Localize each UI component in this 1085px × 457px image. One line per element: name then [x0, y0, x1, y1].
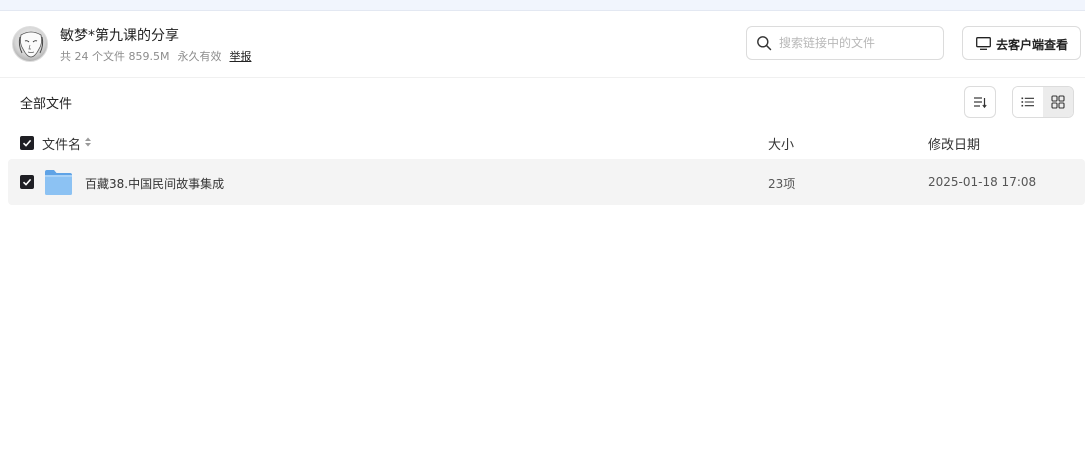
view-toggle: [1012, 86, 1074, 118]
grid-view-button[interactable]: [1043, 87, 1073, 117]
share-meta: 共 24 个文件 859.5M 永久有效 举报: [60, 48, 251, 64]
sort-list-icon: [974, 97, 987, 109]
select-all-checkbox[interactable]: [20, 136, 34, 150]
sort-button[interactable]: [964, 86, 996, 118]
validity-label: 永久有效: [177, 50, 222, 63]
monitor-icon: [976, 37, 991, 50]
column-header-size: 大小: [768, 138, 795, 153]
file-name[interactable]: 百藏38.中国民间故事集成: [85, 175, 224, 192]
folder-icon: [45, 170, 72, 195]
avatar-sketch-icon: [18, 31, 44, 58]
report-link[interactable]: 举报: [229, 50, 251, 63]
check-icon: [22, 178, 32, 186]
avatar[interactable]: [12, 26, 48, 62]
file-summary: 共 24 个文件 859.5M: [60, 50, 170, 63]
column-header-modified: 修改日期: [928, 138, 981, 153]
list-view-button[interactable]: [1013, 87, 1043, 117]
row-checkbox[interactable]: [20, 175, 34, 189]
column-header-name[interactable]: 文件名: [42, 134, 81, 153]
search-box: [746, 26, 944, 60]
grid-view-icon: [1051, 95, 1065, 109]
breadcrumb-all-files[interactable]: 全部文件: [20, 93, 72, 112]
share-header: 敏梦*第九课的分享 共 24 个文件 859.5M 永久有效举报 去客户端查看: [0, 11, 1085, 78]
sort-caret-icon[interactable]: [84, 136, 92, 148]
open-in-client-button[interactable]: 去客户端查看: [962, 26, 1081, 60]
file-modified-date: 2025-01-18 17:08: [928, 175, 1037, 189]
search-icon[interactable]: [756, 35, 772, 51]
search-input[interactable]: [779, 33, 934, 53]
share-title: 敏梦*第九课的分享: [60, 28, 179, 44]
open-in-client-label: 去客户端查看: [996, 38, 1069, 52]
top-strip: [0, 0, 1085, 11]
list-view-icon: [1021, 97, 1034, 107]
check-icon: [22, 139, 32, 147]
file-size: 23项: [768, 177, 796, 191]
